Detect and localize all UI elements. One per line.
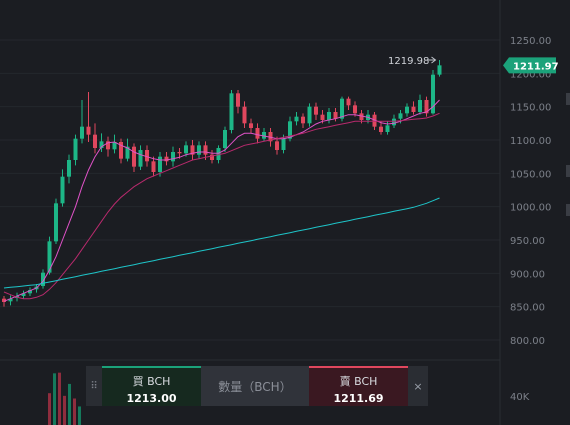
candle-body [164, 156, 169, 162]
sell-price: 1211.69 [333, 392, 384, 405]
y-tick-label: 1150.00 [510, 103, 551, 114]
trading-chart-screen: 1250.00 1200.00 1150.00 1100.00 1050.00 1000.… [0, 0, 570, 425]
candle-body [86, 126, 91, 135]
close-icon[interactable]: × [408, 366, 428, 406]
candle-body [301, 116, 305, 124]
candle-body [405, 106, 409, 114]
y-tick-label: 850.00 [510, 303, 545, 314]
candle-body [392, 118, 396, 126]
buy-label: 買 BCH [132, 375, 171, 388]
candle-body [281, 138, 286, 150]
candle-body [307, 106, 312, 124]
candle-body [80, 126, 84, 139]
y-tick-label: 800.00 [510, 336, 545, 347]
candle-body [314, 106, 318, 115]
candle-body [197, 145, 201, 155]
candle-body [67, 160, 71, 177]
candle-body [236, 93, 240, 107]
candle-body [255, 128, 260, 139]
quantity-placeholder: 數量（BCH） [218, 379, 292, 394]
candle-body [203, 145, 208, 155]
y-tick-label: 1050.00 [510, 169, 551, 180]
candle-body [171, 152, 175, 162]
candle-body [145, 150, 149, 162]
quantity-input[interactable]: 數量（BCH） [201, 366, 309, 406]
side-marker [566, 204, 570, 216]
drag-handle-icon[interactable]: ⠿ [86, 366, 102, 406]
side-marker [566, 165, 570, 177]
volume-bar [68, 383, 71, 425]
candle-body [327, 112, 331, 120]
candle-body [398, 113, 403, 119]
candle-body [60, 176, 65, 204]
candle-body [385, 125, 390, 132]
candle-body [229, 93, 234, 130]
candle-body [184, 145, 188, 154]
price-chart[interactable]: 1250.001200.001150.001100.001050.001000.… [0, 0, 570, 425]
candle-body [346, 98, 351, 106]
volume-bar [48, 393, 51, 425]
volume-bar [73, 398, 76, 425]
candle-body [138, 150, 143, 167]
candle-body [73, 138, 78, 160]
candle-body [93, 134, 97, 148]
buy-button[interactable]: 買 BCH 1213.00 [102, 366, 201, 406]
candle-body [320, 114, 325, 120]
candle-body [132, 146, 136, 167]
candle-body [437, 65, 442, 75]
candle-body [158, 156, 162, 172]
moving-average-line [3, 112, 440, 300]
candle-body [294, 116, 299, 122]
candle-body [242, 106, 247, 124]
sell-button[interactable]: 賣 BCH 1211.69 [309, 366, 408, 406]
candle-body [177, 152, 182, 154]
sell-label: 賣 BCH [339, 375, 378, 388]
y-tick-label: 1100.00 [510, 136, 551, 147]
volume-bar [53, 373, 56, 425]
candle-body [418, 100, 422, 112]
side-marker [566, 93, 570, 105]
y-tick-label: 1000.00 [510, 203, 551, 214]
candle-body [411, 106, 416, 112]
volume-bar [63, 395, 66, 425]
candle-body [151, 161, 156, 172]
candle-body [275, 141, 279, 150]
quick-trade-panel: ⠿ 買 BCH 1213.00 數量（BCH） 賣 BCH 1211.69 × [86, 366, 428, 406]
high-price-annotation: 1219.98 [388, 56, 429, 67]
moving-average-line [3, 197, 440, 289]
moving-average-line [3, 99, 440, 302]
candle-body [223, 130, 227, 148]
candle-body [54, 203, 58, 242]
y-tick-label: 950.00 [510, 236, 545, 247]
buy-price: 1213.00 [126, 392, 177, 405]
y-tick-label: 900.00 [510, 269, 545, 280]
volume-bar [58, 372, 61, 425]
volume-tick-label: 40K [510, 392, 530, 403]
candle-body [379, 126, 383, 132]
candle-body [333, 112, 338, 119]
candle-body [340, 98, 344, 119]
y-tick-label: 1250.00 [510, 36, 551, 47]
candle-body [353, 105, 357, 114]
candle-body [249, 123, 253, 128]
volume-bar [78, 406, 81, 425]
current-price-label: 1211.97 [513, 61, 559, 72]
